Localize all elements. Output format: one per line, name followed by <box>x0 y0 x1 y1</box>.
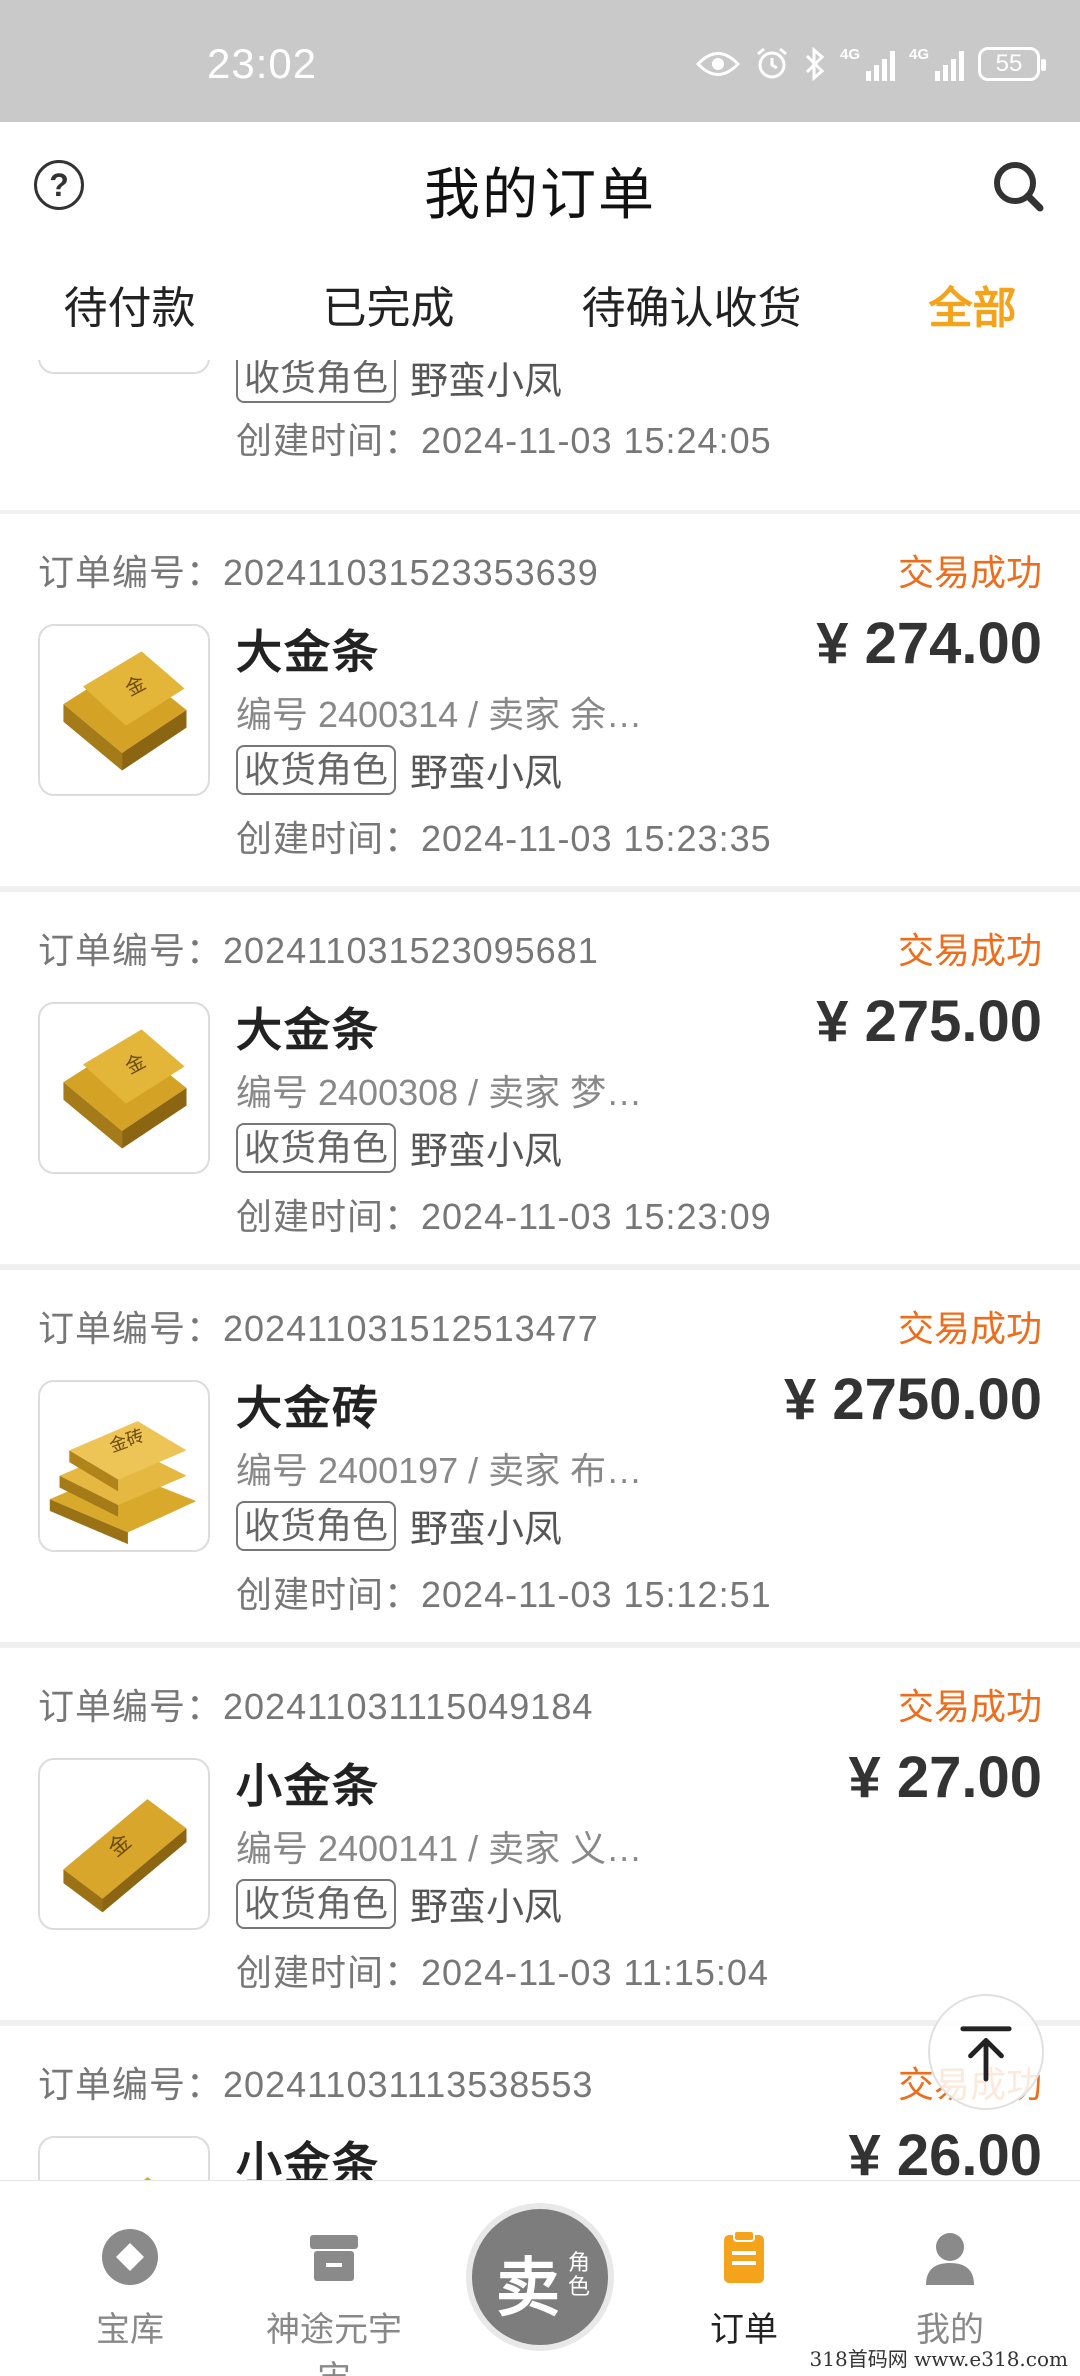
eye-icon <box>696 52 740 76</box>
price: ¥ 26.00 <box>848 2123 1042 2180</box>
order-number: 订单编号：20241103111504918​4 <box>38 1686 594 1727</box>
receiver-role: 收货角色 野蛮小凤 <box>236 360 562 405</box>
signal-icon: 4G <box>909 47 964 81</box>
product-name: 大金条 <box>236 626 380 678</box>
bluetooth-icon <box>805 47 825 81</box>
nav-metaverse[interactable]: 神途元宇宙 <box>252 2227 416 2376</box>
receiver-role: 收货角色 野蛮小凤 <box>236 1120 562 1175</box>
item-info: 编号 2400314 / 卖家 余… <box>236 694 643 735</box>
bottom-nav: 宝库 神途元宇宙 卖 角色 订单 我的 318首码网 www.e318.com <box>0 2180 1080 2376</box>
status-icons: 4G 4G 55 <box>696 44 1046 84</box>
order-status: 交易成功 <box>897 552 1042 593</box>
order-number: 订单编号：20241103152309568​1 <box>38 930 599 971</box>
order-status: 交易成功 <box>897 930 1042 971</box>
item-info: 编号 2400197 / 卖家 布… <box>236 1450 643 1491</box>
gold-bricks-image: 金砖 <box>49 1421 197 1545</box>
product-image: 金砖 <box>38 1380 210 1552</box>
nav-treasury[interactable]: 宝库 <box>50 2227 210 2351</box>
watermark: 318首码网 www.e318.com <box>809 2347 1068 2371</box>
order-card[interactable]: 订单编号：20241103111353855​3 交易成功 小金条 ¥ 26.0… <box>0 2026 1080 2180</box>
receiver-role-tag: 收货角色 <box>236 360 397 403</box>
gold-bars-image: 金 <box>63 651 187 771</box>
created-time: 创建时间：2024-11-03 11:15:04 <box>236 1952 769 1993</box>
store-icon <box>310 2235 358 2281</box>
alarm-icon <box>757 47 787 79</box>
price: ¥ 275.00 <box>816 989 1042 1054</box>
product-image <box>38 360 210 374</box>
receiver-role-tag: 收货角色 <box>236 1122 397 1173</box>
product-image: 金 <box>38 624 210 796</box>
product-image: 金 <box>38 1002 210 1174</box>
created-time: 创建时间：2024-11-03 15:23:09 <box>236 1196 772 1237</box>
diamond-icon <box>102 2229 158 2285</box>
product-name: 大金砖 <box>236 1382 380 1434</box>
order-number: 订单编号：20241103111353855​3 <box>38 2064 594 2105</box>
order-status: 交易成功 <box>897 1308 1042 1349</box>
price: ¥ 2750.00 <box>783 1367 1042 1432</box>
item-info: 编号 2400308 / 卖家 梦… <box>236 1072 643 1113</box>
nav-orders[interactable]: 订单 <box>664 2227 824 2351</box>
order-card[interactable]: 订单编号：20241103152335363​9 交易成功 金 大金条 ¥ 27… <box>0 514 1080 886</box>
product-name: 大金条 <box>236 1004 380 1056</box>
arrow-up-icon <box>960 2026 1012 2082</box>
receiver-role-name: 野蛮小凤 <box>410 361 563 403</box>
order-card[interactable]: 订单编号：20241103152309568​1 交易成功 金 大金条 ¥ 27… <box>0 892 1080 1264</box>
receiver-role: 收货角色 野蛮小凤 <box>236 1498 562 1553</box>
tab-pending-receipt[interactable]: 待确认收货 <box>572 272 812 336</box>
product-name: 小金条 <box>236 1760 380 1812</box>
order-status: 交易成功 <box>897 1686 1042 1727</box>
nav-mine[interactable]: 我的 <box>870 2227 1030 2351</box>
receiver-role: 收货角色 野蛮小凤 <box>236 1876 562 1931</box>
sell-role-button[interactable]: 卖 角色 <box>466 2203 614 2351</box>
clock: 23:02 <box>207 40 318 87</box>
receiver-role-name: 野蛮小凤 <box>410 1509 563 1551</box>
person-icon <box>926 2233 974 2285</box>
receiver-role-tag: 收货角色 <box>236 744 397 795</box>
receiver-role-name: 野蛮小凤 <box>410 753 563 795</box>
sell-label: 卖 <box>496 2252 560 2324</box>
gold-bar-image <box>40 360 208 372</box>
product-image: 金 <box>38 1758 210 1930</box>
small-gold-bar-image <box>143 2177 152 2180</box>
app-header: ? 我的订单 <box>0 122 1080 248</box>
receiver-role-tag: 收货角色 <box>236 1878 397 1929</box>
status-bar: 23:02 4G 4G 55 <box>0 0 1080 122</box>
scroll-to-top-button[interactable] <box>928 1994 1044 2110</box>
product-name: 小金条 <box>236 2138 380 2180</box>
receiver-role-name: 野蛮小凤 <box>410 1887 563 1929</box>
nav-label: 宝库 <box>96 2311 164 2349</box>
small-gold-bar-image: 金 <box>63 1799 187 1913</box>
order-card[interactable]: 订单编号：20241103111504918​4 交易成功 金 小金条 ¥ 27… <box>0 1648 1080 2020</box>
gold-bars-image: 金 <box>63 1029 187 1149</box>
item-info: 编号 2400141 / 卖家 义… <box>236 1828 643 1869</box>
tab-pending-payment[interactable]: 待付款 <box>54 272 206 336</box>
receiver-role: 收货角色 野蛮小凤 <box>236 742 562 797</box>
order-tabs: 待付款 已完成 待确认收货 全部 <box>0 248 1080 360</box>
order-card[interactable]: 收货角色 野蛮小凤 创建时间：2024-11-03 15:24:05 <box>0 360 1080 510</box>
created-time: 创建时间：2024-11-03 15:23:35 <box>236 818 772 859</box>
created-time: 创建时间：2024-11-03 15:24:05 <box>236 420 772 461</box>
search-icon[interactable] <box>990 158 1046 214</box>
nav-label: 订单 <box>710 2311 778 2349</box>
order-number: 订单编号：20241103152335363​9 <box>38 552 599 593</box>
page-title: 我的订单 <box>424 163 656 226</box>
price: ¥ 274.00 <box>816 611 1042 676</box>
order-card[interactable]: 订单编号：20241103151251347​7 交易成功 金砖 大金砖 ¥ 2… <box>0 1270 1080 1642</box>
signal-icon: 4G <box>840 47 895 81</box>
tab-completed[interactable]: 已完成 <box>313 272 465 336</box>
clipboard-icon <box>724 2230 764 2283</box>
sell-sub-label: 角色 <box>568 2250 591 2299</box>
created-time: 创建时间：2024-11-03 15:12:51 <box>236 1574 772 1615</box>
tab-all[interactable]: 全部 <box>919 272 1027 336</box>
product-image <box>38 2136 210 2180</box>
nav-label: 神途元宇宙 <box>266 2311 402 2376</box>
receiver-role-name: 野蛮小凤 <box>410 1131 563 1173</box>
battery-icon: 55 <box>978 47 1046 81</box>
order-list[interactable]: 收货角色 野蛮小凤 创建时间：2024-11-03 15:24:05 订单编号：… <box>0 360 1080 2180</box>
order-number: 订单编号：20241103151251347​7 <box>38 1308 599 1349</box>
price: ¥ 27.00 <box>848 1745 1042 1810</box>
receiver-role-tag: 收货角色 <box>236 1500 397 1551</box>
